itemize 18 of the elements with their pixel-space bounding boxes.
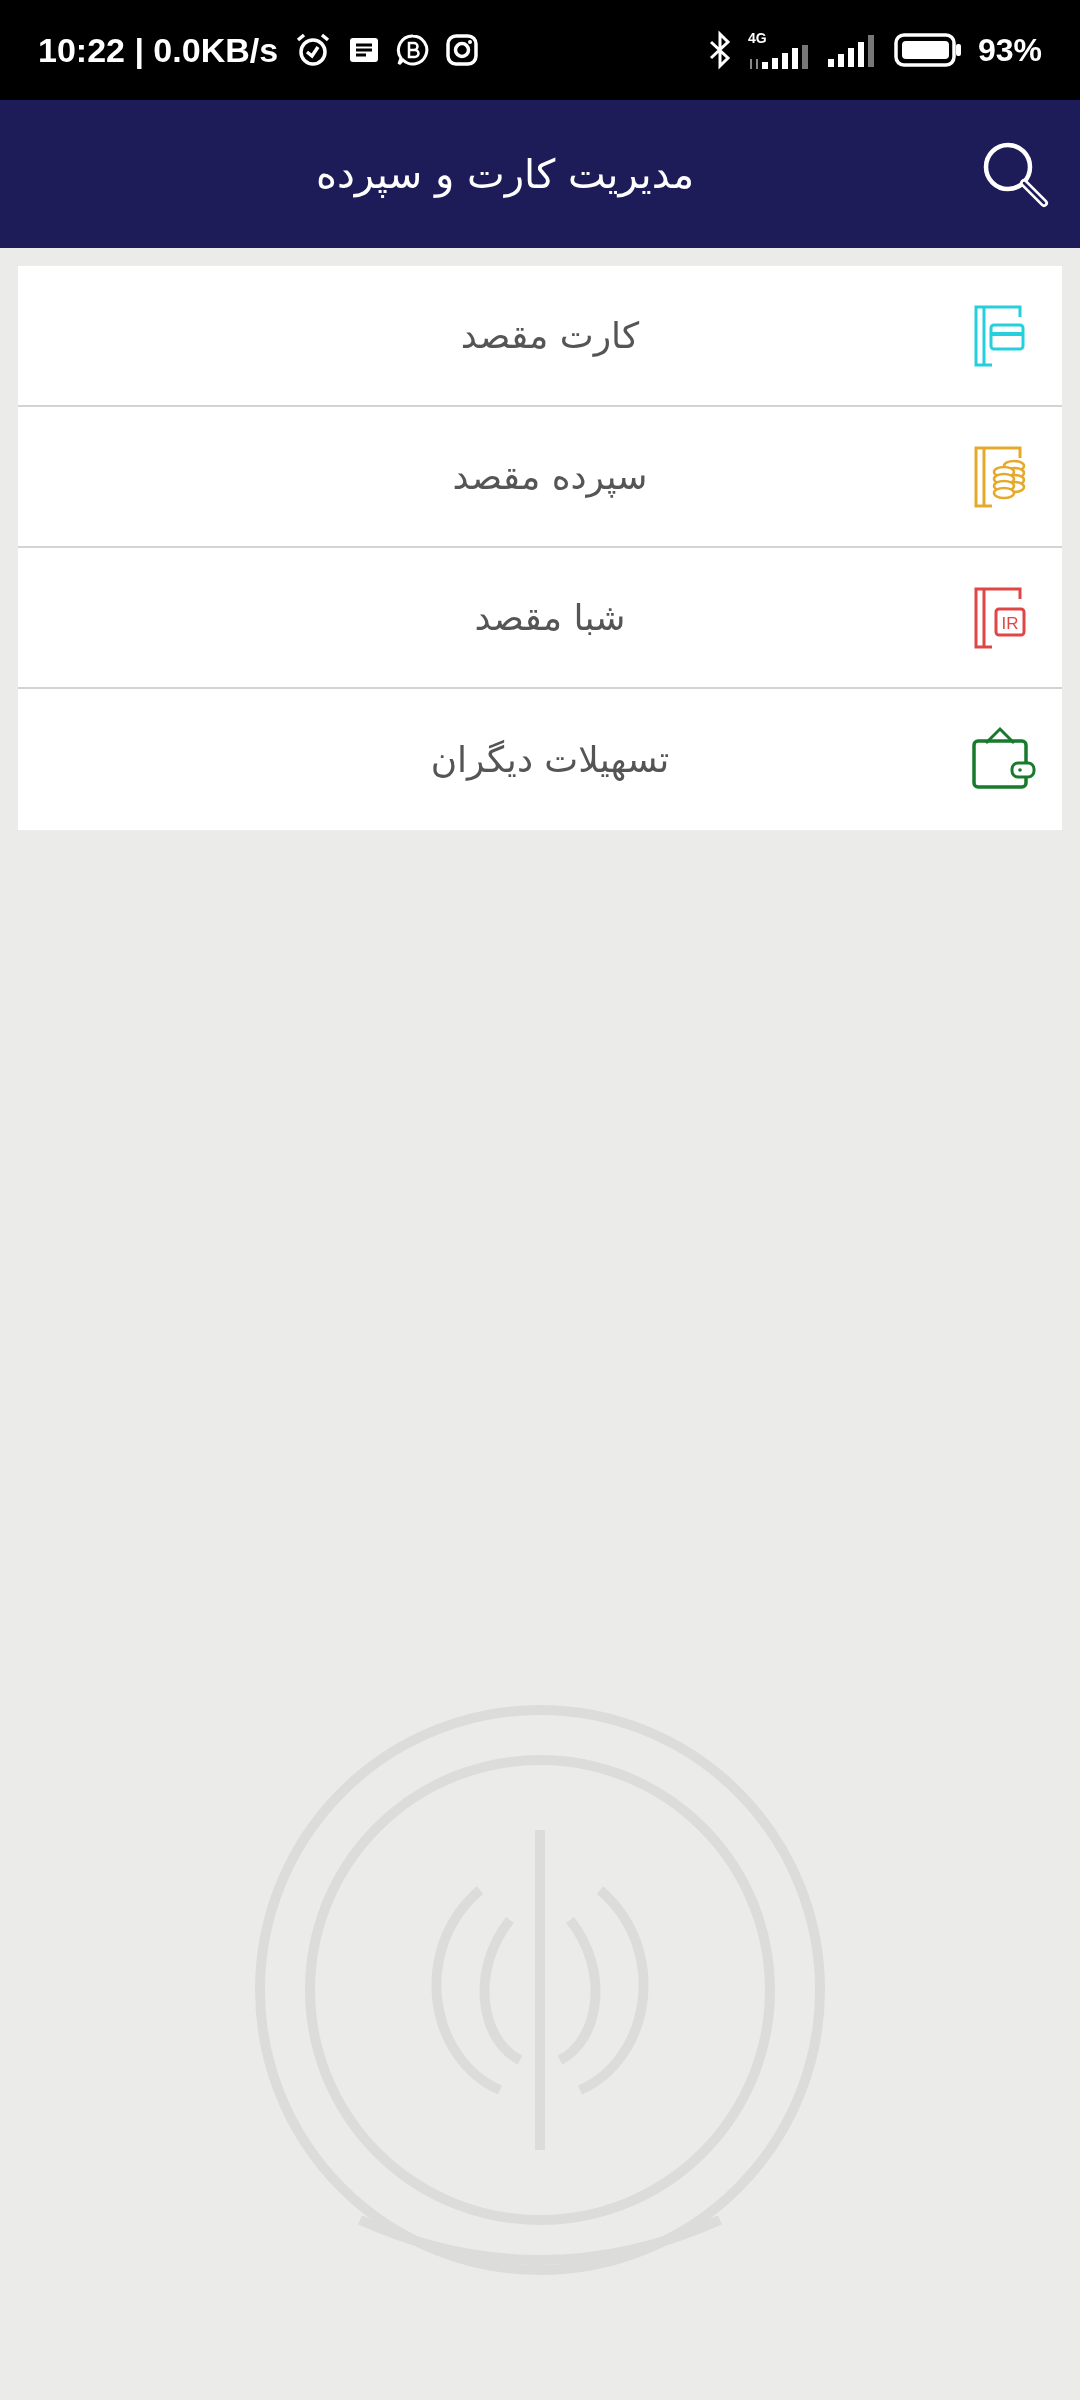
screen-title: مدیریت کارت و سپرده <box>315 150 695 200</box>
item-label: کارت مقصد <box>459 313 641 359</box>
menu-item[interactable]: تسهیلات دیگران <box>18 689 1062 830</box>
battery-icon <box>893 33 962 67</box>
chat-icon <box>396 33 431 67</box>
network-type: 4G <box>747 31 767 45</box>
item-label: شبا مقصد <box>473 595 627 640</box>
item-label: تسهیلات دیگران <box>429 737 671 783</box>
news-icon <box>348 35 381 65</box>
bluetooth-icon <box>707 30 732 70</box>
signal-icon <box>747 45 810 69</box>
icon-label: IR <box>1001 613 1019 633</box>
camera-icon <box>446 34 479 66</box>
status-time: 10:22 | 0.0KB/s <box>38 29 279 71</box>
menu-item[interactable]: سپرده مقصد <box>18 407 1062 548</box>
item-label: سپرده مقصد <box>451 454 649 500</box>
battery-percent: 93% <box>977 31 1042 70</box>
menu-item[interactable]: کارت مقصد <box>18 266 1062 407</box>
